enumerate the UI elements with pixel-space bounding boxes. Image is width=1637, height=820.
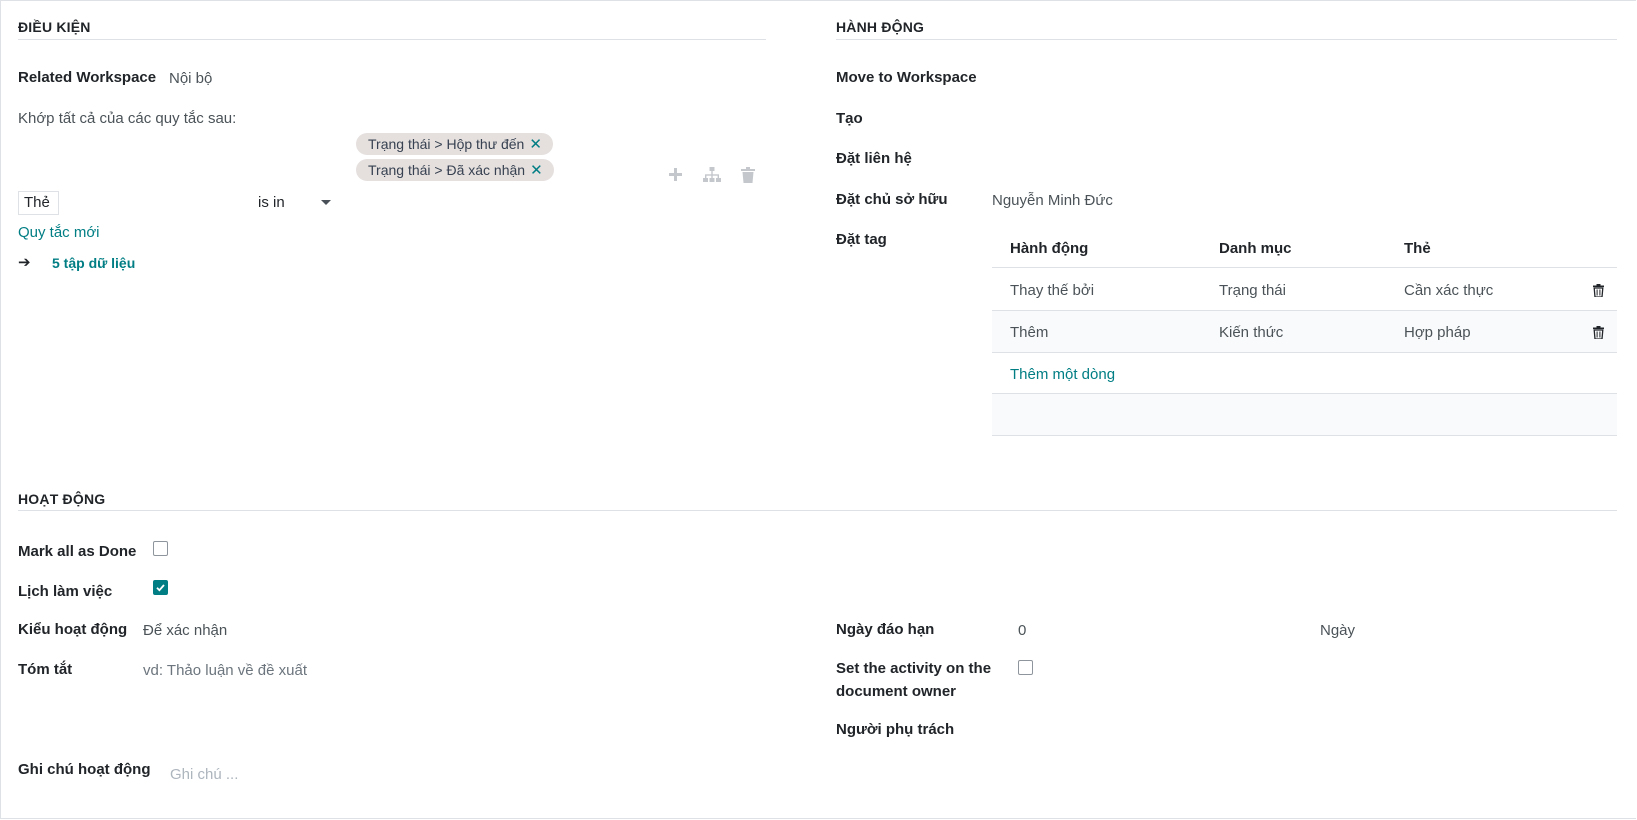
actions-section-title: HÀNH ĐỘNG [836, 19, 925, 35]
schedule-label: Lịch làm việc [18, 583, 113, 600]
set-owner-field[interactable]: Nguyễn Minh Đức [992, 192, 1113, 209]
matching-records-link[interactable]: 5 tập dữ liệu [52, 255, 135, 271]
trash-icon[interactable] [1593, 326, 1604, 339]
table-row-divider [992, 352, 1617, 353]
arrow-right-icon: ➔ [18, 254, 31, 271]
activity-note-label: Ghi chú hoạt động [18, 761, 151, 778]
delete-rule-icon[interactable] [741, 167, 755, 183]
table-cell-category[interactable]: Kiến thức [1219, 324, 1283, 341]
related-workspace-field[interactable]: Nội bộ [169, 70, 212, 87]
tag-chip-confirmed: Trạng thái > Đã xác nhận ✕ [356, 159, 554, 181]
tag-chip-inbox: Trạng thái > Hộp thư đến ✕ [356, 133, 553, 155]
table-cell-tag[interactable]: Hợp pháp [1404, 324, 1471, 341]
table-row[interactable] [992, 311, 1617, 352]
due-date-input[interactable]: 0 [1018, 622, 1026, 639]
add-rule-icon[interactable] [668, 167, 683, 182]
set-tag-label: Đặt tag [836, 231, 887, 248]
set-owner-label: Đặt chủ sở hữu [836, 191, 948, 208]
close-icon[interactable]: ✕ [529, 136, 542, 153]
set-contact-label: Đặt liên hệ [836, 150, 912, 167]
create-label: Tạo [836, 110, 863, 127]
conditions-separator [18, 39, 766, 40]
table-cell-category[interactable]: Trạng thái [1219, 282, 1286, 299]
rule-field-select[interactable]: Thẻ [18, 191, 59, 215]
new-rule-link[interactable]: Quy tắc mới [18, 224, 100, 241]
activity-separator [18, 510, 1617, 511]
column-header-tag[interactable]: Thẻ [1404, 240, 1431, 257]
owner-activity-checkbox[interactable] [1018, 660, 1033, 675]
chevron-down-icon[interactable] [321, 200, 331, 205]
rule-field-value: Thẻ [24, 194, 50, 211]
owner-activity-label-line2: document owner [836, 683, 957, 700]
table-cell-tag[interactable]: Cần xác thực [1404, 282, 1493, 299]
table-header-divider [992, 267, 1617, 268]
summary-label: Tóm tắt [18, 661, 73, 678]
close-icon[interactable]: ✕ [530, 162, 543, 179]
due-date-label: Ngày đáo hạn [836, 621, 935, 638]
tag-chip-label: Trạng thái > Đã xác nhận [368, 162, 526, 178]
activity-type-label: Kiểu hoạt động [18, 621, 128, 638]
column-header-action[interactable]: Hành động [1010, 240, 1088, 257]
related-workspace-label: Related Workspace [18, 69, 157, 86]
table-bottom-divider [992, 435, 1617, 436]
move-to-workspace-label: Move to Workspace [836, 69, 977, 86]
mark-done-label: Mark all as Done [18, 543, 137, 560]
table-empty-row [992, 394, 1617, 435]
trash-icon[interactable] [1593, 284, 1604, 297]
actions-separator [836, 39, 1617, 40]
mark-done-checkbox[interactable] [153, 541, 168, 556]
conditions-section-title: ĐIỀU KIỆN [18, 19, 91, 35]
match-rules-text: Khớp tất cả của các quy tắc sau: [18, 110, 237, 127]
summary-input[interactable]: vd: Thảo luận về đề xuất [143, 662, 307, 679]
table-cell-action[interactable]: Thay thế bởi [1010, 282, 1094, 299]
schedule-checkbox[interactable] [153, 580, 168, 595]
table-cell-action[interactable]: Thêm [1010, 324, 1048, 341]
column-header-category[interactable]: Danh mục [1219, 240, 1292, 257]
add-branch-icon[interactable] [703, 167, 721, 183]
responsible-label: Người phụ trách [836, 721, 955, 738]
activity-note-input[interactable]: Ghi chú ... [170, 766, 238, 783]
due-date-unit-select[interactable]: Ngày [1320, 622, 1355, 639]
checkmark-icon [156, 584, 165, 592]
tag-chip-label: Trạng thái > Hộp thư đến [368, 136, 525, 152]
add-line-link[interactable]: Thêm một dòng [1010, 366, 1115, 383]
activity-section-title: HOẠT ĐỘNG [18, 491, 106, 507]
rule-operator-select[interactable]: is in [258, 194, 285, 211]
owner-activity-label-line1: Set the activity on the [836, 660, 992, 677]
activity-type-field[interactable]: Để xác nhận [143, 622, 227, 639]
